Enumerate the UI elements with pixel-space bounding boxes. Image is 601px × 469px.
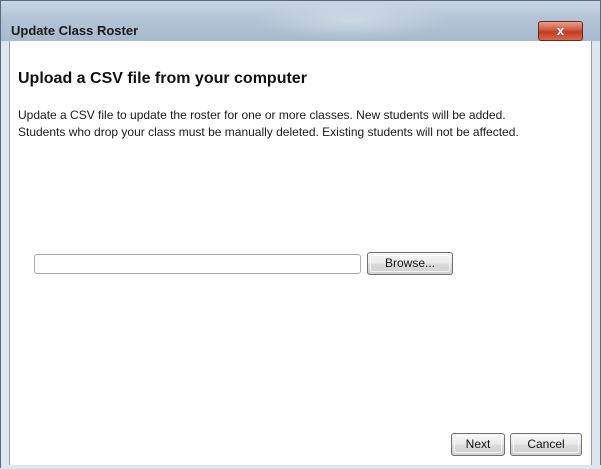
cancel-button[interactable]: Cancel <box>510 433 582 456</box>
close-icon: x <box>556 23 565 38</box>
close-button[interactable]: x <box>538 21 583 41</box>
next-button[interactable]: Next <box>451 433 505 456</box>
window-title: Update Class Roster <box>11 23 139 38</box>
next-button-label: Next <box>465 437 491 451</box>
description: Update a CSV file to update the roster f… <box>18 107 593 141</box>
cancel-button-label: Cancel <box>527 437 565 451</box>
browse-button-label: Browse... <box>384 256 435 270</box>
window-bottom-border <box>1 465 601 469</box>
browse-button[interactable]: Browse... <box>367 252 453 275</box>
file-path-field[interactable] <box>34 254 361 274</box>
description-line-1: Update a CSV file to update the roster f… <box>18 108 506 122</box>
title-bar[interactable]: Update Class Roster <box>1 1 600 41</box>
description-line-2: Students who drop your class must be man… <box>18 125 519 139</box>
page-heading: Upload a CSV file from your computer <box>18 70 307 87</box>
update-class-roster-dialog: Update Class Roster x Upload a CSV file … <box>0 0 601 469</box>
